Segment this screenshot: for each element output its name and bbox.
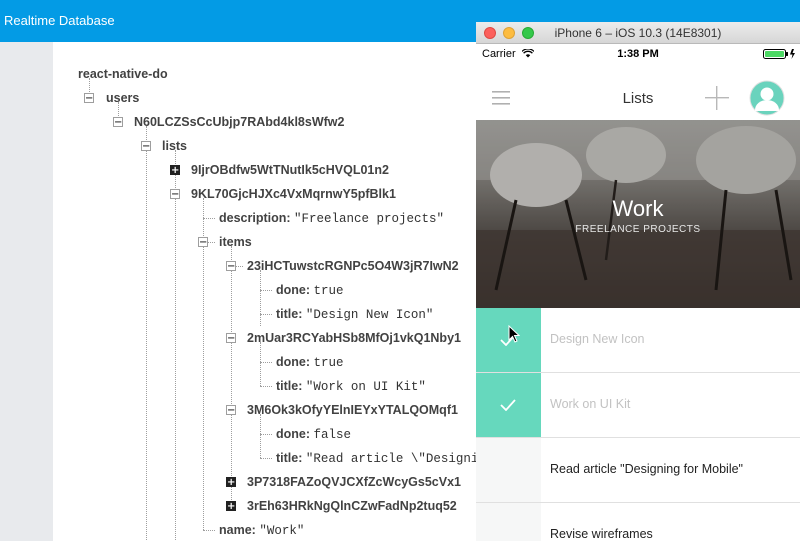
- collapse-toggle-item-1[interactable]: −: [226, 261, 236, 272]
- list-title: Work: [612, 196, 664, 221]
- tree-node-item-4[interactable]: 3P7318FAZoQVJCXfZcWcyGs5cVx1: [247, 475, 461, 489]
- tree-field-name[interactable]: name: "Work": [219, 523, 304, 538]
- field-value: "Read article \"Designin: [305, 452, 486, 466]
- status-time: 1:38 PM: [617, 48, 659, 60]
- tree-field-title[interactable]: title: "Work on UI Kit": [276, 379, 426, 394]
- tree-line: [260, 386, 272, 387]
- tree-field-done[interactable]: done: true: [276, 283, 344, 298]
- item-checkbox[interactable]: [476, 308, 541, 372]
- collapse-toggle-user[interactable]: −: [113, 117, 123, 128]
- tree-field-done[interactable]: done: false: [276, 427, 351, 442]
- field-key: title:: [276, 379, 303, 393]
- item-label: Work on UI Kit: [550, 397, 631, 411]
- tree-node-lists[interactable]: lists: [162, 139, 187, 153]
- collapse-toggle-items[interactable]: −: [198, 237, 208, 248]
- tree-line: [260, 314, 272, 315]
- expand-toggle-item-5[interactable]: +: [226, 501, 236, 512]
- collapse-toggle-lists[interactable]: −: [141, 141, 151, 152]
- add-icon[interactable]: [705, 86, 729, 110]
- tree-node-user-id[interactable]: N60LCZSsCcUbjp7RAbd4kl8sWfw2: [134, 115, 344, 129]
- tree-field-description[interactable]: description: "Freelance projects": [219, 211, 444, 226]
- battery-icon: [763, 49, 795, 59]
- tree-node-item-1[interactable]: 23iHCTuwstcRGNPc5O4W3jR7IwN2: [247, 259, 459, 273]
- field-key: name:: [219, 523, 256, 537]
- simulator-titlebar: iPhone 6 – iOS 10.3 (14E8301): [476, 22, 800, 44]
- tree-line: [146, 126, 147, 541]
- left-strip: [0, 42, 53, 541]
- field-value: "Work": [259, 524, 305, 538]
- tree-node-list-expanded[interactable]: 9KL70GjcHJXc4VxMqrnwY5pfBlk1: [191, 187, 396, 201]
- list-item[interactable]: Work on UI Kit: [476, 373, 800, 438]
- page-title: Realtime Database: [4, 13, 115, 28]
- collapse-toggle-list[interactable]: −: [170, 189, 180, 200]
- tree-field-title[interactable]: title: "Read article \"Designin: [276, 451, 486, 466]
- ios-status-bar: Carrier 1:38 PM: [476, 44, 800, 64]
- field-key: title:: [276, 451, 303, 465]
- field-value: "Work on UI Kit": [305, 380, 426, 394]
- tree-node-item-3[interactable]: 3M6Ok3kOfyYElnIEYxYTALQOMqf1: [247, 403, 458, 417]
- tree-line: [260, 458, 272, 459]
- tree-node-item-2[interactable]: 2mUar3RCYabHSb8MfOj1vkQ1Nby1: [247, 331, 461, 345]
- item-checkbox[interactable]: [476, 373, 541, 437]
- tree-node-users[interactable]: users: [106, 91, 139, 105]
- list-subtitle: FREELANCE PROJECTS: [575, 224, 701, 235]
- list-item[interactable]: Design New Icon: [476, 308, 800, 373]
- tree-line: [260, 434, 272, 435]
- field-value: true: [313, 356, 344, 370]
- field-key: done:: [276, 427, 311, 441]
- item-checkbox[interactable]: [476, 503, 541, 541]
- tree-line: [260, 414, 261, 458]
- tree-line: [260, 342, 261, 386]
- field-key: done:: [276, 283, 311, 297]
- expand-toggle-list[interactable]: +: [170, 165, 180, 176]
- list-hero-image: Work FREELANCE PROJECTS: [476, 120, 800, 308]
- mouse-cursor-icon: [508, 325, 520, 343]
- simulator-window: iPhone 6 – iOS 10.3 (14E8301) Carrier 1:…: [476, 22, 800, 541]
- tree-line: [231, 246, 232, 506]
- field-value: true: [313, 284, 344, 298]
- avatar[interactable]: [749, 80, 785, 116]
- collapse-toggle-users[interactable]: −: [84, 93, 94, 104]
- item-label: Revise wireframes: [550, 527, 653, 541]
- tree-field-title[interactable]: title: "Design New Icon": [276, 307, 433, 322]
- item-label: Design New Icon: [550, 332, 645, 346]
- field-key: description:: [219, 211, 291, 225]
- collapse-toggle-item-3[interactable]: −: [226, 405, 236, 416]
- tree-line: [203, 530, 215, 531]
- collapse-toggle-item-2[interactable]: −: [226, 333, 236, 344]
- tree-node-list-collapsed[interactable]: 9IjrOBdfw5WtTNutIk5cHVQL01n2: [191, 163, 389, 177]
- field-key: title:: [276, 307, 303, 321]
- tree-line: [175, 150, 176, 541]
- ios-nav-bar: Lists: [476, 64, 800, 120]
- tree-field-done[interactable]: done: true: [276, 355, 344, 370]
- item-checkbox[interactable]: [476, 438, 541, 502]
- tree-line: [260, 362, 272, 363]
- list-item[interactable]: Revise wireframes: [476, 503, 800, 541]
- field-key: done:: [276, 355, 311, 369]
- field-value: "Design New Icon": [305, 308, 434, 322]
- field-value: "Freelance projects": [294, 212, 445, 226]
- expand-toggle-item-4[interactable]: +: [226, 477, 236, 488]
- item-label: Read article "Designing for Mobile": [550, 462, 743, 476]
- tree-node-items[interactable]: items: [219, 235, 252, 249]
- field-value: false: [313, 428, 352, 442]
- tree-line: [203, 218, 215, 219]
- tree-line: [260, 270, 261, 326]
- tree-node-item-5[interactable]: 3rEh63HRkNgQlnCZwFadNp2tuq52: [247, 499, 457, 513]
- tree-root-label[interactable]: react-native-do: [78, 67, 168, 81]
- tree-line: [260, 290, 272, 291]
- list-item[interactable]: Read article "Designing for Mobile": [476, 438, 800, 503]
- simulator-title: iPhone 6 – iOS 10.3 (14E8301): [554, 26, 722, 40]
- checkmark-icon: [500, 399, 516, 411]
